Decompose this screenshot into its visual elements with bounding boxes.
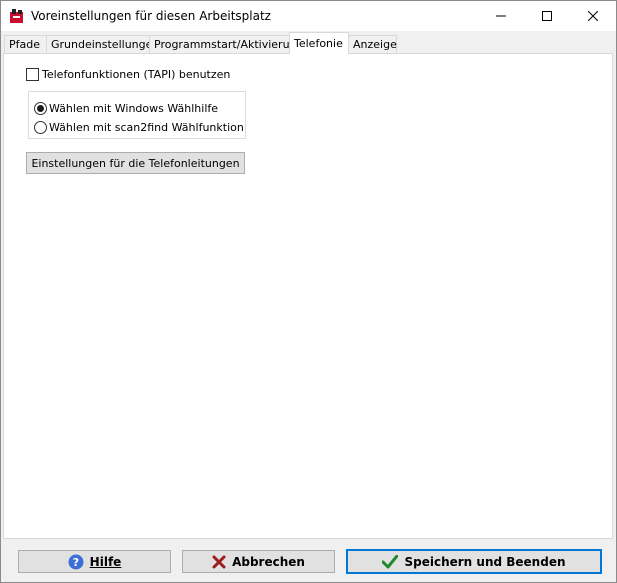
radio-scan2find-waehlfunktion-label[interactable]: Wählen mit scan2find Wählfunktion xyxy=(49,121,244,134)
tapi-checkbox-label[interactable]: Telefonfunktionen (TAPI) benutzen xyxy=(42,68,230,81)
cancel-label: Abbrechen xyxy=(232,554,305,569)
window-title: Voreinstellungen für diesen Arbeitsplatz xyxy=(31,9,271,23)
telephone-line-settings-label: Einstellungen für die Telefonleitungen xyxy=(31,156,240,170)
svg-text:?: ? xyxy=(72,556,78,569)
checkmark-icon xyxy=(382,554,399,569)
radio-scan2find-waehlfunktion[interactable] xyxy=(34,121,47,134)
save-and-exit-label: Speichern und Beenden xyxy=(404,554,566,569)
help-label: Hilfe xyxy=(89,554,122,569)
title-bar[interactable]: Voreinstellungen für diesen Arbeitsplatz xyxy=(1,1,616,31)
tab-grundeinstellungen[interactable]: Grundeinstellungen xyxy=(46,35,159,53)
close-icon xyxy=(588,11,598,21)
dialog-window: Voreinstellungen für diesen Arbeitsplatz… xyxy=(0,0,617,583)
tapi-checkbox[interactable] xyxy=(26,68,39,81)
tab-strip: Pfade Grundeinstellungen Programmstart/A… xyxy=(3,32,614,54)
help-button[interactable]: ? Hilfe xyxy=(18,550,171,573)
save-and-exit-button[interactable]: Speichern und Beenden xyxy=(346,549,602,574)
radio-windows-waehlhilfe-label[interactable]: Wählen mit Windows Wählhilfe xyxy=(49,102,218,115)
cancel-button[interactable]: Abbrechen xyxy=(182,550,335,573)
tab-programmstart[interactable]: Programmstart/Aktivierung xyxy=(149,35,304,53)
tab-pfade[interactable]: Pfade xyxy=(4,35,47,53)
maximize-button[interactable] xyxy=(524,1,570,31)
minimize-button[interactable] xyxy=(478,1,524,31)
tab-telefonie[interactable]: Telefonie xyxy=(289,32,349,54)
tab-anzeige[interactable]: Anzeige xyxy=(348,35,397,53)
radio-windows-waehlhilfe[interactable] xyxy=(34,102,47,115)
minimize-icon xyxy=(496,15,506,17)
cancel-x-icon xyxy=(212,555,226,569)
help-icon: ? xyxy=(68,554,84,570)
app-logo-icon xyxy=(9,8,25,24)
close-button[interactable] xyxy=(570,1,616,31)
maximize-icon xyxy=(542,11,552,21)
telephone-line-settings-button[interactable]: Einstellungen für die Telefonleitungen xyxy=(26,152,245,174)
